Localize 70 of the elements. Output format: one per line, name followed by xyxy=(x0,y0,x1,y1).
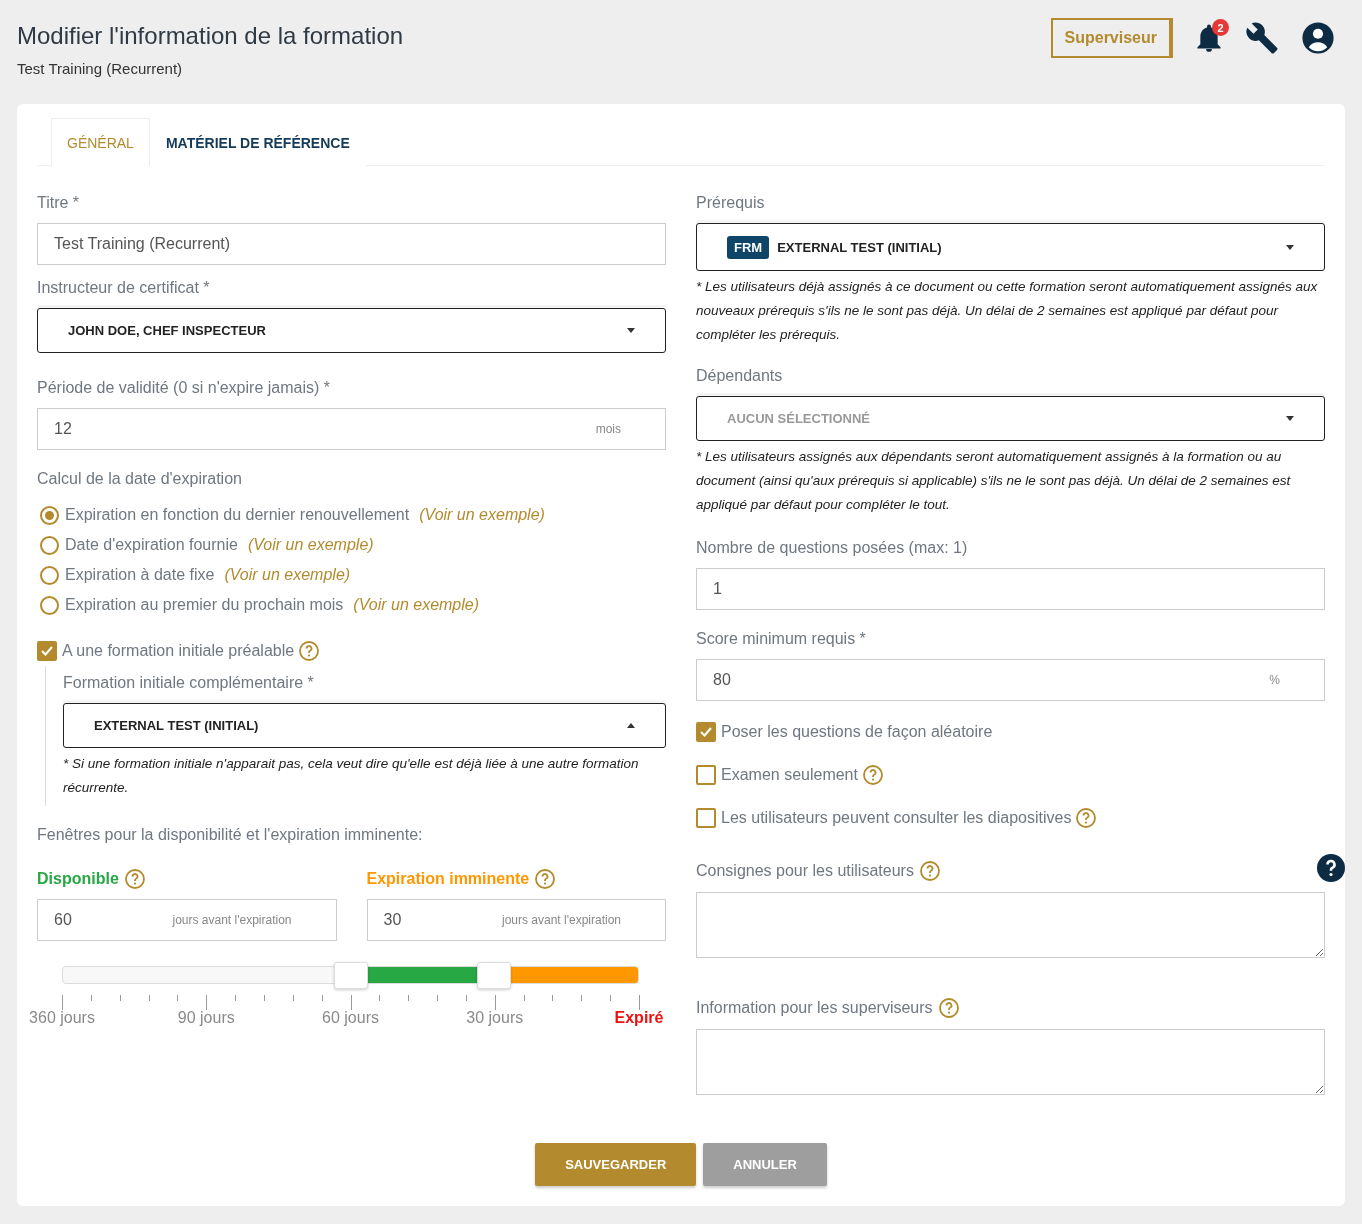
questions-field[interactable]: 1 xyxy=(696,568,1325,610)
field-label: Nombre de questions posées (max: 1) xyxy=(696,539,968,557)
unit-label: jours avant l'expiration xyxy=(501,913,621,927)
checkbox-label: A une formation initiale préalable xyxy=(62,642,295,660)
caret-icon xyxy=(1286,244,1294,250)
page-subtitle: Test Training (Recurrent) xyxy=(17,60,184,77)
unit-label: % xyxy=(1269,673,1280,687)
scale-label: 90 jours xyxy=(177,1009,235,1027)
slider-handle[interactable] xyxy=(477,962,512,989)
radio-label: Date d'expiration fournie xyxy=(65,536,238,554)
checkbox[interactable] xyxy=(37,641,57,661)
validity-field[interactable]: 12 mois xyxy=(37,408,666,450)
radio-label: Expiration à date fixe xyxy=(65,566,215,584)
page-title: Modifier l'information de la formation xyxy=(17,22,404,50)
field-label: Calcul de la date d'expiration xyxy=(37,470,242,488)
field-label: Prérequis xyxy=(696,194,765,212)
help-note: * Les utilisateurs déjà assignés à ce document ou cette formation seront automatiquement assignés aux nouveaux prérequis s'ils ne le sont pas déjà. Un délai de 2 semaines est appliqué par défaut pour compléter les prérequis. xyxy=(696,278,1319,344)
field-label: Formation initiale complémentaire * xyxy=(63,674,314,692)
field-label: Score minimum requis * xyxy=(696,630,866,648)
wrench-icon[interactable] xyxy=(1245,21,1279,55)
type-tag: FRM xyxy=(727,235,770,259)
caret-icon xyxy=(627,328,635,333)
instructor-select[interactable]: JOHN DOE, CHEF INSPECTEUR xyxy=(37,308,666,353)
scale-label: 360 jours xyxy=(29,1009,95,1027)
caret-icon xyxy=(1286,416,1294,421)
radio-button[interactable] xyxy=(40,565,59,585)
unit-label: jours avant l'expiration xyxy=(172,913,292,927)
radio-label: Expiration en fonction du dernier renouvellement xyxy=(65,506,410,524)
field-label: Titre * xyxy=(37,194,80,212)
window-label: Expiration imminente xyxy=(366,870,530,888)
field-label: Information pour les superviseurs xyxy=(696,999,933,1017)
help-note: * Si une formation initiale n'apparait pas, cela veut dire qu'elle est déjà liée à une autre formation récurrente. xyxy=(63,755,640,797)
help-icon[interactable] xyxy=(1317,854,1345,882)
text-area[interactable] xyxy=(696,1029,1325,1095)
checkbox-label: Examen seulement xyxy=(721,766,858,784)
field-label: Dépendants xyxy=(696,367,783,385)
notification-badge: 2 xyxy=(1212,19,1229,36)
slider-handle[interactable] xyxy=(333,962,368,989)
checkbox-label: Les utilisateurs peuvent consulter les diapositives xyxy=(721,809,1072,827)
field-label: Période de validité (0 si n'expire jamais) * xyxy=(37,379,330,397)
range-slider[interactable]: 360 jours 90 jours 60 jours 30 jours Expiré xyxy=(25,951,678,1041)
check-icon xyxy=(699,725,713,739)
score-field[interactable]: 80 % xyxy=(696,659,1325,701)
title-field[interactable]: Test Training (Recurrent) xyxy=(37,223,666,265)
checkbox-label: Poser les questions de façon aléatoire xyxy=(721,723,993,741)
scale-label: Expiré xyxy=(614,1009,664,1027)
scale-label: 30 jours xyxy=(466,1009,524,1027)
radio-button[interactable] xyxy=(40,535,59,555)
days-field[interactable]: 60 jours avant l'expiration xyxy=(37,899,337,941)
days-field[interactable]: 30 jours avant l'expiration xyxy=(366,899,666,941)
window-label: Disponible xyxy=(37,870,119,888)
scale-label: 60 jours xyxy=(322,1009,379,1027)
field-label: Fenêtres pour la disponibilité et l'expiration imminente: xyxy=(37,826,423,844)
unit-label: mois xyxy=(595,422,621,436)
field-label: Consignes pour les utilisateurs xyxy=(696,862,914,880)
checkbox[interactable] xyxy=(696,722,716,742)
checkbox[interactable] xyxy=(696,765,716,785)
prerequisite-select[interactable]: FRM EXTERNAL TEST (INITIAL) xyxy=(696,223,1325,271)
radio-button[interactable] xyxy=(40,595,59,615)
bell-icon[interactable] xyxy=(1195,23,1223,53)
initial-training-select[interactable]: EXTERNAL TEST (INITIAL) xyxy=(63,703,666,748)
check-icon xyxy=(40,644,54,658)
text-area[interactable] xyxy=(696,892,1325,958)
account-icon[interactable] xyxy=(1301,21,1335,55)
radio-label: Expiration au premier du prochain mois xyxy=(65,596,344,614)
radio-button[interactable] xyxy=(40,505,59,525)
help-note: * Les utilisateurs assignés aux dépendants seront automatiquement assignés à la formation ou au document (ainsi qu'aux prérequis si applicable) s'ils ne le sont pas déjà. Un délai de 2 semaines est appliqué par défaut pour compléter le tout. xyxy=(696,448,1292,514)
field-label: Instructeur de certificat * xyxy=(37,279,210,297)
checkbox[interactable] xyxy=(696,808,716,828)
caret-icon xyxy=(627,723,635,728)
